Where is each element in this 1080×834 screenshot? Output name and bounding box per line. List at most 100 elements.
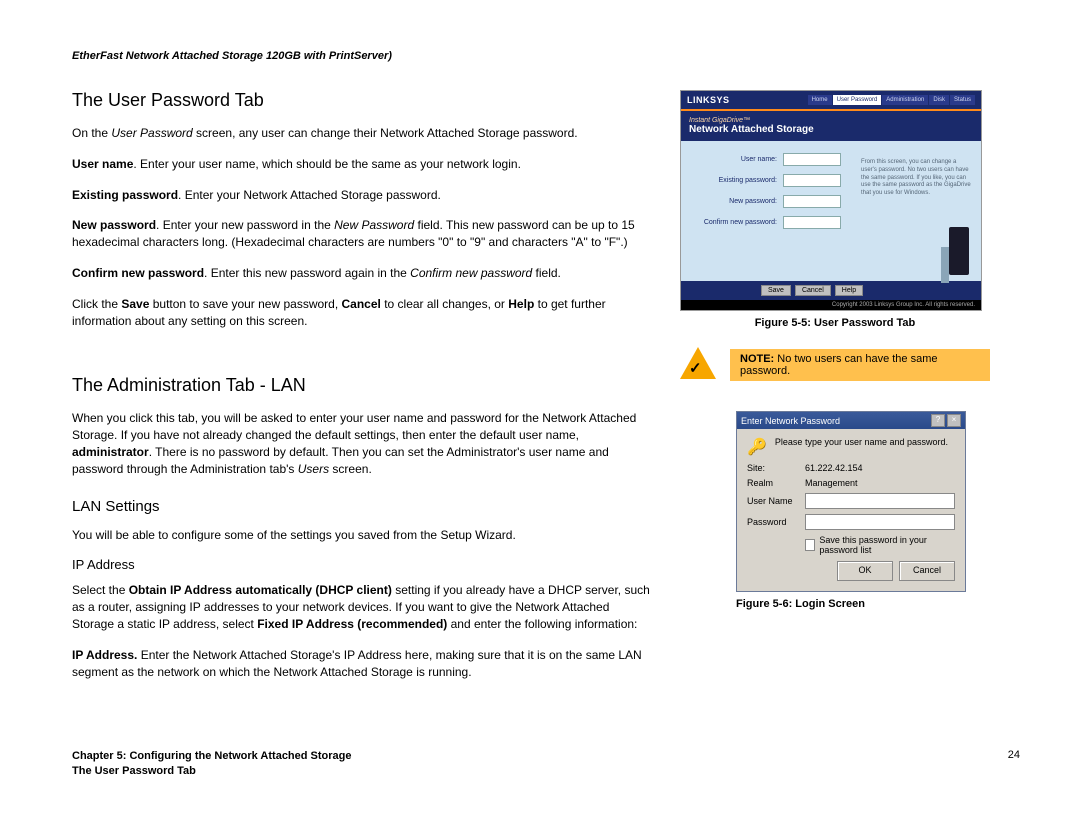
txt: Confirm new password — [72, 266, 204, 280]
key-icon: 🔑 — [747, 437, 767, 457]
confirm-password-label: Confirm new password: — [689, 219, 783, 226]
s2-p4: IP Address. Enter the Network Attached S… — [72, 647, 652, 681]
txt: Confirm new password — [410, 266, 532, 280]
txt: New Password — [334, 218, 414, 232]
tab-home[interactable]: Home — [808, 95, 832, 105]
dialog-prompt: Please type your user name and password. — [775, 437, 948, 457]
tab-disk[interactable]: Disk — [929, 95, 949, 105]
tab-status[interactable]: Status — [950, 95, 975, 105]
cancel-button[interactable]: Cancel — [795, 285, 831, 296]
txt: Click the — [72, 297, 121, 311]
save-password-label: Save this password in your password list — [819, 535, 955, 555]
txt: to clear all changes, or — [381, 297, 508, 311]
txt: Select the — [72, 583, 129, 597]
txt: button to save your new password, — [149, 297, 341, 311]
lan-settings-heading: LAN Settings — [72, 498, 652, 515]
product-name: Network Attached Storage — [689, 124, 973, 135]
username-label: User Name — [747, 496, 805, 506]
checkmark-icon: ✓ — [689, 359, 702, 377]
new-password-input[interactable] — [783, 195, 841, 208]
device-illustration — [949, 227, 969, 275]
txt: When you click this tab, you will be ask… — [72, 411, 636, 442]
txt: screen, any user can change their Networ… — [193, 126, 578, 140]
tab-administration[interactable]: Administration — [882, 95, 928, 105]
password-label: Password — [747, 517, 805, 527]
fig55-subheader: Instant GigaDrive™ Network Attached Stor… — [681, 109, 981, 141]
s1-p6: Click the Save button to save your new p… — [72, 296, 652, 330]
site-value: 61.222.42.154 — [805, 463, 863, 473]
figure-5-5: LINKSYS Home User Password Administratio… — [680, 90, 982, 311]
password-input[interactable] — [805, 514, 955, 530]
linksys-logo: LINKSYS — [687, 95, 730, 105]
realm-value: Management — [805, 478, 858, 488]
save-button[interactable]: Save — [761, 285, 791, 296]
user-name-input[interactable] — [783, 153, 841, 166]
tab-user-password[interactable]: User Password — [833, 95, 882, 105]
figure-5-5-caption: Figure 5-5: User Password Tab — [680, 317, 990, 329]
txt: and enter the following information: — [447, 617, 637, 631]
new-password-label: New password: — [689, 198, 783, 205]
warning-icon: ✓ — [680, 347, 716, 383]
txt: User Password — [111, 126, 192, 140]
figure-5-6: Enter Network Password ? × 🔑 Please type… — [736, 411, 966, 592]
user-name-label: User name: — [689, 156, 783, 163]
figure-5-6-caption: Figure 5-6: Login Screen — [736, 598, 990, 610]
s1-p2: User name. Enter your user name, which s… — [72, 156, 652, 173]
txt: Existing password — [72, 188, 178, 202]
fig55-tabs: Home User Password Administration Disk S… — [808, 95, 975, 105]
txt: Obtain IP Address automatically (DHCP cl… — [129, 583, 392, 597]
fig55-topbar: LINKSYS Home User Password Administratio… — [681, 91, 981, 109]
ok-button[interactable]: OK — [837, 561, 893, 581]
s1-p3: Existing password. Enter your Network At… — [72, 187, 652, 204]
dialog-title: Enter Network Password — [741, 416, 840, 426]
cancel-button[interactable]: Cancel — [899, 561, 955, 581]
txt: . Enter your Network Attached Storage pa… — [178, 188, 441, 202]
txt: User name — [72, 157, 133, 171]
save-password-checkbox[interactable] — [805, 539, 815, 551]
help-button[interactable]: Help — [835, 285, 863, 296]
txt: Cancel — [342, 297, 381, 311]
realm-label: Realm — [747, 478, 805, 488]
username-input[interactable] — [805, 493, 955, 509]
existing-password-label: Existing password: — [689, 177, 783, 184]
txt: Users — [298, 462, 329, 476]
fig55-footer: Copyright 2003 Linksys Group Inc. All ri… — [681, 300, 981, 310]
left-column: The User Password Tab On the User Passwo… — [72, 90, 652, 694]
ip-address-heading: IP Address — [72, 557, 652, 572]
txt: . Enter your user name, which should be … — [133, 157, 521, 171]
txt: screen. — [329, 462, 372, 476]
fig55-form: User name: Existing password: New passwo… — [681, 141, 857, 281]
dialog-titlebar: Enter Network Password ? × — [737, 412, 965, 429]
txt: administrator — [72, 445, 149, 459]
txt: Save — [121, 297, 149, 311]
product-line: Instant GigaDrive™ — [689, 117, 973, 124]
s2-p3: Select the Obtain IP Address automatical… — [72, 582, 652, 632]
footer-sub: The User Password Tab — [72, 764, 352, 778]
page-footer: Chapter 5: Configuring the Network Attac… — [72, 749, 1020, 778]
txt: . Enter your new password in the — [156, 218, 334, 232]
existing-password-input[interactable] — [783, 174, 841, 187]
note-callout: ✓ NOTE: No two users can have the same p… — [680, 347, 990, 383]
txt: New password — [72, 218, 156, 232]
txt: On the — [72, 126, 111, 140]
footer-chapter: Chapter 5: Configuring the Network Attac… — [72, 749, 352, 763]
close-icon[interactable]: × — [947, 414, 961, 427]
page-number: 24 — [1008, 749, 1020, 778]
s2-p1: When you click this tab, you will be ask… — [72, 410, 652, 477]
txt: IP Address. — [72, 648, 137, 662]
txt: . Enter this new password again in the — [204, 266, 410, 280]
section1-title: The User Password Tab — [72, 90, 652, 111]
s1-p5: Confirm new password. Enter this new pas… — [72, 265, 652, 282]
s1-p4: New password. Enter your new password in… — [72, 217, 652, 251]
fig55-button-row: Save Cancel Help — [681, 281, 981, 300]
txt: field. — [532, 266, 561, 280]
txt: Fixed IP Address (recommended) — [257, 617, 447, 631]
note-label: NOTE: — [740, 353, 774, 365]
help-icon[interactable]: ? — [931, 414, 945, 427]
s2-p2: You will be able to configure some of th… — [72, 527, 652, 544]
section2-title: The Administration Tab - LAN — [72, 375, 652, 396]
txt: Help — [508, 297, 534, 311]
right-column: LINKSYS Home User Password Administratio… — [680, 90, 990, 694]
confirm-password-input[interactable] — [783, 216, 841, 229]
txt: From this screen, you can change a user'… — [861, 159, 971, 196]
